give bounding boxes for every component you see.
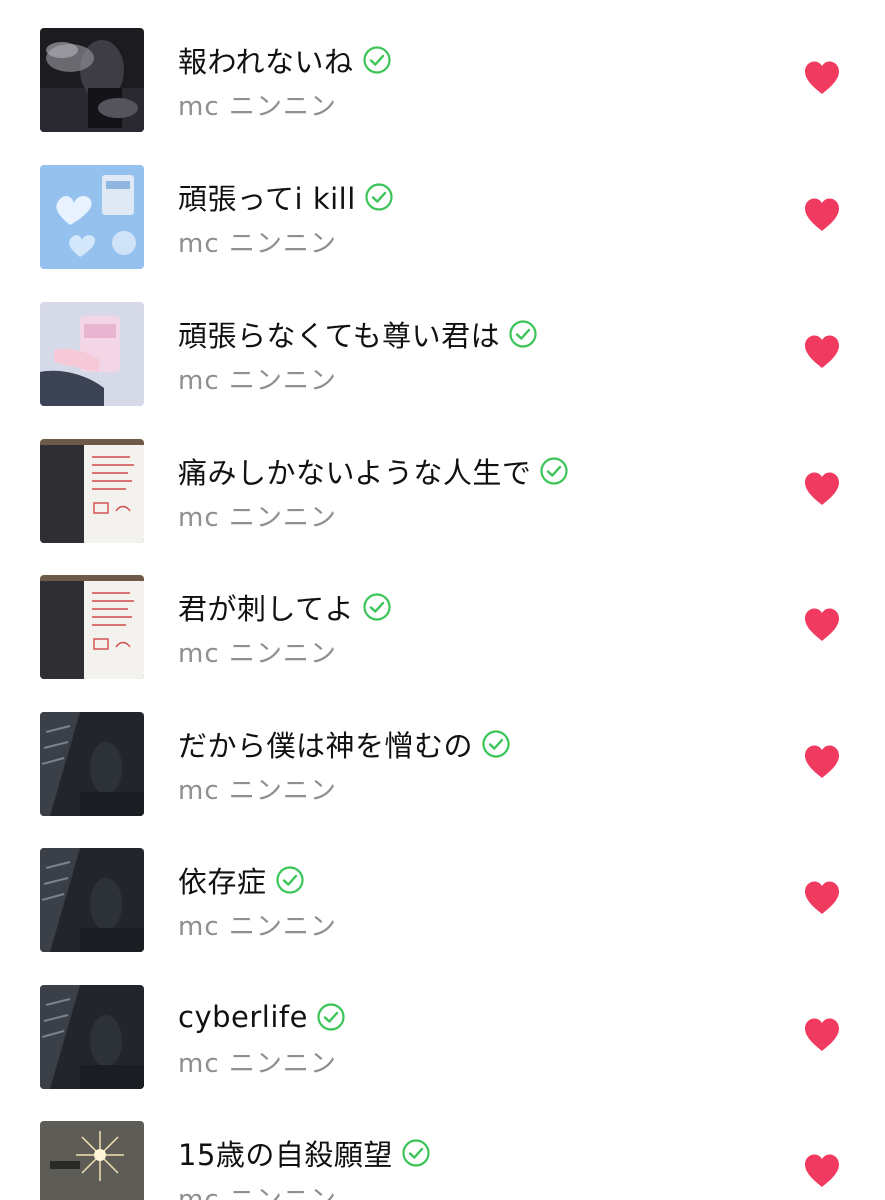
album-art bbox=[40, 302, 144, 406]
heart-icon[interactable] bbox=[803, 880, 841, 916]
track-title: 報われないね bbox=[178, 45, 354, 79]
track-artist: mc ニンニン bbox=[178, 366, 337, 396]
album-art bbox=[40, 575, 144, 679]
check-circle-icon bbox=[362, 592, 392, 622]
track-title: 依存症 bbox=[178, 865, 267, 899]
heart-icon[interactable] bbox=[803, 607, 841, 643]
track-artist: mc ニンニン bbox=[178, 639, 337, 669]
album-art bbox=[40, 848, 144, 952]
track-artist: mc ニンニン bbox=[178, 503, 337, 533]
track-artist: mc ニンニン bbox=[178, 92, 337, 122]
heart-icon[interactable] bbox=[803, 471, 841, 507]
check-circle-icon bbox=[275, 865, 305, 895]
check-circle-icon bbox=[362, 45, 392, 75]
track-row[interactable]: 君が刺してよ mc ニンニン bbox=[0, 575, 885, 712]
check-circle-icon bbox=[364, 182, 394, 212]
track-title: 15歳の自殺願望 bbox=[178, 1138, 393, 1172]
track-row[interactable]: 頑張ってi kill mc ニンニン bbox=[0, 165, 885, 302]
heart-icon[interactable] bbox=[803, 197, 841, 233]
track-title: 頑張らなくても尊い君は bbox=[178, 319, 501, 353]
album-art bbox=[40, 985, 144, 1089]
track-row[interactable]: 報われないね mc ニンニン bbox=[0, 28, 885, 165]
check-circle-icon bbox=[401, 1138, 431, 1168]
track-row[interactable]: 15歳の自殺願望 mc ニンニン bbox=[0, 1121, 885, 1200]
track-title: だから僕は神を憎むの bbox=[178, 729, 474, 763]
track-row[interactable]: 痛みしかないような人生で mc ニンニン bbox=[0, 439, 885, 576]
track-artist: mc ニンニン bbox=[178, 1185, 337, 1200]
album-art bbox=[40, 1121, 144, 1200]
check-circle-icon bbox=[539, 456, 569, 486]
album-art bbox=[40, 165, 144, 269]
heart-icon[interactable] bbox=[803, 334, 841, 370]
track-row[interactable]: cyberlife mc ニンニン bbox=[0, 985, 885, 1122]
track-row[interactable]: 依存症 mc ニンニン bbox=[0, 848, 885, 985]
track-row[interactable]: 頑張らなくても尊い君は mc ニンニン bbox=[0, 302, 885, 439]
heart-icon[interactable] bbox=[803, 60, 841, 96]
heart-icon[interactable] bbox=[803, 744, 841, 780]
track-artist: mc ニンニン bbox=[178, 1049, 337, 1079]
track-artist: mc ニンニン bbox=[178, 912, 337, 942]
heart-icon[interactable] bbox=[803, 1153, 841, 1189]
track-title: 君が刺してよ bbox=[178, 592, 355, 626]
check-circle-icon bbox=[508, 319, 538, 349]
track-title: 痛みしかないような人生で bbox=[178, 456, 532, 490]
album-art bbox=[40, 439, 144, 543]
track-row[interactable]: だから僕は神を憎むの mc ニンニン bbox=[0, 712, 885, 849]
album-art bbox=[40, 28, 144, 132]
album-art bbox=[40, 712, 144, 816]
track-title: 頑張ってi kill bbox=[178, 182, 356, 216]
track-title: cyberlife bbox=[178, 1000, 308, 1034]
check-circle-icon bbox=[316, 1002, 346, 1032]
track-artist: mc ニンニン bbox=[178, 229, 337, 259]
track-artist: mc ニンニン bbox=[178, 776, 337, 806]
check-circle-icon bbox=[481, 729, 511, 759]
heart-icon[interactable] bbox=[803, 1017, 841, 1053]
